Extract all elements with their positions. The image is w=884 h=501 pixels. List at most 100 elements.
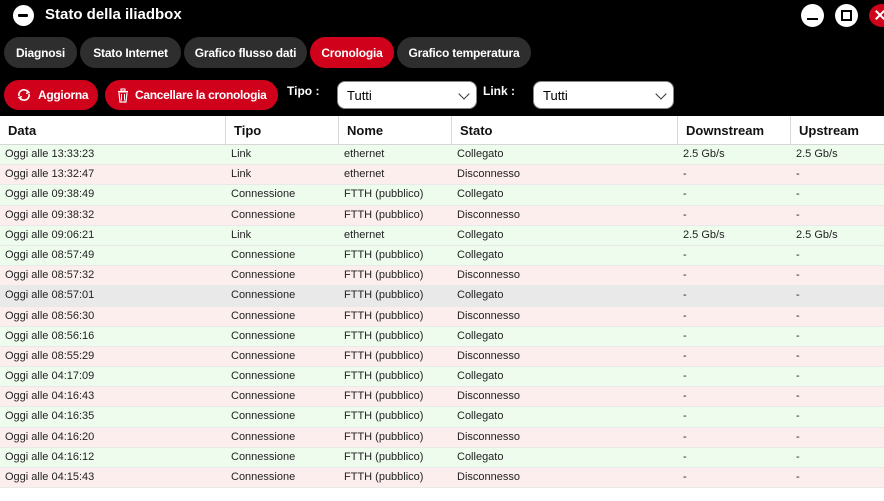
- table-cell: FTTH (pubblico): [344, 450, 424, 463]
- table-cell: Oggi alle 04:17:09: [5, 370, 95, 383]
- table-cell: FTTH (pubblico): [344, 410, 424, 423]
- table-cell: Collegato: [457, 329, 504, 342]
- table-cell: -: [683, 289, 687, 302]
- table-row[interactable]: Oggi alle 04:15:43 Connessione FTTH (pubbl…: [0, 468, 884, 489]
- table-cell: -: [683, 248, 687, 261]
- table-cell: FTTH (pubblico): [344, 471, 424, 483]
- table-row[interactable]: Oggi alle 08:57:01 Connessione FTTH (pubbl…: [0, 286, 884, 307]
- table-cell: Oggi alle 04:16:43: [5, 390, 95, 403]
- table-cell: Connessione: [231, 471, 296, 483]
- column-header-upstream[interactable]: Upstream: [791, 116, 884, 145]
- column-header-stato[interactable]: Stato: [452, 116, 678, 145]
- table-cell: Collegato: [457, 228, 504, 241]
- table-cell: -: [796, 329, 800, 342]
- refresh-button[interactable]: Aggiorna: [4, 80, 98, 110]
- table-cell: Connessione: [231, 390, 296, 403]
- table-row[interactable]: Oggi alle 04:16:35 Connessione FTTH (pubbl…: [0, 407, 884, 428]
- table-cell: Oggi alle 04:16:35: [5, 410, 95, 423]
- table-row[interactable]: Oggi alle 09:38:32 Connessione FTTH (pubbl…: [0, 205, 884, 226]
- type-filter-label: Tipo :: [287, 84, 320, 98]
- table-cell: -: [796, 269, 800, 282]
- table-cell: Oggi alle 04:16:12: [5, 450, 95, 463]
- table-cell: -: [683, 430, 687, 443]
- table-cell: -: [796, 430, 800, 443]
- table-cell: Connessione: [231, 410, 296, 423]
- column-header-data[interactable]: Data: [0, 116, 226, 145]
- tab-grafico-temperatura[interactable]: Grafico temperatura: [397, 37, 531, 68]
- tab-cronologia[interactable]: Cronologia: [310, 37, 394, 68]
- tab-grafico-flusso-dati[interactable]: Grafico flusso dati: [184, 37, 307, 68]
- table-cell: Collegato: [457, 188, 504, 201]
- close-button[interactable]: [869, 4, 884, 27]
- table-cell: -: [683, 450, 687, 463]
- table-cell: Disconnesso: [457, 430, 520, 443]
- table-cell: FTTH (pubblico): [344, 370, 424, 383]
- table-row[interactable]: Oggi alle 04:16:20 Connessione FTTH (pubbl…: [0, 427, 884, 448]
- table-cell: Disconnesso: [457, 208, 520, 221]
- table-row[interactable]: Oggi alle 08:56:30 Connessione FTTH (pubbl…: [0, 306, 884, 327]
- maximize-button[interactable]: [835, 4, 858, 27]
- table-cell: 2.5 Gb/s: [796, 148, 838, 160]
- column-header-nome[interactable]: Nome: [339, 116, 452, 145]
- table-cell: FTTH (pubblico): [344, 349, 424, 362]
- table-cell: -: [683, 370, 687, 383]
- type-filter-select[interactable]: Tutti: [337, 81, 477, 109]
- table-row[interactable]: Oggi alle 09:38:49 Connessione FTTH (pubbl…: [0, 185, 884, 206]
- table-cell: -: [683, 471, 687, 483]
- table-row[interactable]: Oggi alle 13:33:23 Link ethernet Collegato 2…: [0, 145, 884, 166]
- table-row[interactable]: Oggi alle 04:16:43 Connessione FTTH (pubbl…: [0, 387, 884, 408]
- refresh-label: Aggiorna: [38, 88, 89, 102]
- table-cell: ethernet: [344, 168, 385, 181]
- refresh-icon: [17, 89, 31, 101]
- title-bar: Stato della iliadbox: [0, 0, 884, 32]
- table-cell: -: [683, 168, 687, 181]
- table-cell: -: [683, 188, 687, 201]
- table-cell: FTTH (pubblico): [344, 289, 424, 302]
- app-logo-icon: [13, 5, 34, 26]
- table-cell: Connessione: [231, 450, 296, 463]
- tab-diagnosi[interactable]: Diagnosi: [4, 37, 77, 68]
- table-cell: Disconnesso: [457, 349, 520, 362]
- table-cell: Oggi alle 13:32:47: [5, 168, 95, 181]
- tab-stato-internet[interactable]: Stato Internet: [80, 37, 181, 68]
- table-cell: Connessione: [231, 329, 296, 342]
- table-cell: -: [796, 188, 800, 201]
- trash-icon: [118, 88, 128, 103]
- table-cell: FTTH (pubblico): [344, 430, 424, 443]
- table-row[interactable]: Oggi alle 04:16:12 Connessione FTTH (pubbl…: [0, 447, 884, 468]
- table-cell: Disconnesso: [457, 471, 520, 483]
- table-cell: Oggi alle 08:57:49: [5, 248, 95, 261]
- table-cell: -: [683, 349, 687, 362]
- table-cell: Disconnesso: [457, 309, 520, 322]
- table-row[interactable]: Oggi alle 08:56:16 Connessione FTTH (pubbl…: [0, 326, 884, 347]
- table-cell: FTTH (pubblico): [344, 248, 424, 261]
- table-cell: Disconnesso: [457, 390, 520, 403]
- type-filter-value: Tutti: [347, 87, 372, 103]
- table-cell: FTTH (pubblico): [344, 188, 424, 201]
- table-cell: Link: [231, 228, 252, 241]
- table-cell: Disconnesso: [457, 168, 520, 181]
- table-cell: -: [796, 410, 800, 423]
- minimize-button[interactable]: [801, 4, 824, 27]
- table-row[interactable]: Oggi alle 08:57:49 Connessione FTTH (pubbl…: [0, 245, 884, 267]
- table-cell: Collegato: [457, 148, 504, 160]
- table-row[interactable]: Oggi alle 09:06:21 Link ethernet Collegato 2…: [0, 225, 884, 246]
- link-filter-select[interactable]: Tutti: [533, 81, 674, 109]
- table-row[interactable]: Oggi alle 04:17:09 Connessione FTTH (pubbl…: [0, 367, 884, 388]
- table-cell: Connessione: [231, 269, 296, 282]
- column-header-tipo[interactable]: Tipo: [226, 116, 339, 145]
- table-row[interactable]: Oggi alle 08:57:32 Connessione FTTH (pubbl…: [0, 266, 884, 287]
- clear-history-label: Cancellare la cronologia: [135, 88, 267, 102]
- table-row[interactable]: Oggi alle 13:32:47 Link ethernet Disconness…: [0, 165, 884, 186]
- table-cell: Connessione: [231, 370, 296, 383]
- clear-history-button[interactable]: Cancellare la cronologia: [105, 80, 278, 110]
- table-cell: -: [796, 471, 800, 483]
- chevron-down-icon: [458, 88, 470, 100]
- table-cell: FTTH (pubblico): [344, 269, 424, 282]
- table-cell: Oggi alle 08:57:01: [5, 289, 95, 302]
- column-header-downstream[interactable]: Downstream: [678, 116, 791, 145]
- chevron-down-icon: [655, 88, 667, 100]
- table-cell: Oggi alle 04:16:20: [5, 430, 95, 443]
- table-cell: -: [796, 248, 800, 261]
- table-row[interactable]: Oggi alle 08:55:29 Connessione FTTH (pubbl…: [0, 346, 884, 368]
